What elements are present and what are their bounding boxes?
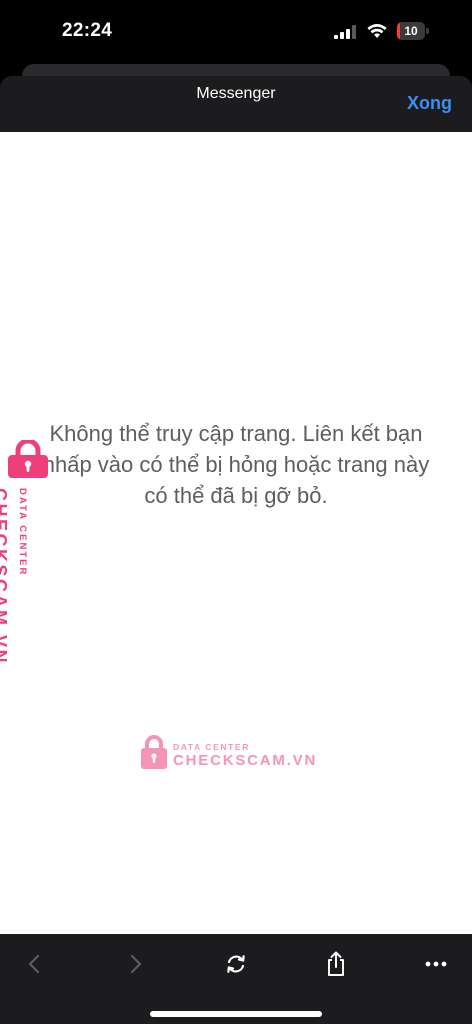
lock-icon [8,440,48,478]
chevron-left-icon [28,954,40,974]
status-bar: 22:24 10 [0,0,472,66]
battery-icon: 10 [397,22,429,40]
watermark-subtitle: DATA CENTER [17,488,28,577]
watermark-brand: CHECKSCAM.VN [173,752,318,769]
forward-button[interactable] [116,944,156,984]
browser-toolbar [0,934,472,1024]
more-icon [425,961,447,967]
reload-button[interactable] [216,944,256,984]
lock-icon [141,735,167,769]
share-button[interactable] [316,944,356,984]
done-button[interactable]: Xong [407,93,452,114]
cellular-signal-icon [334,25,356,39]
page-title: Messenger [196,85,276,102]
refresh-icon [227,955,245,973]
more-button[interactable] [416,944,456,984]
watermark-center: DATA CENTER CHECKSCAM.VN [140,732,315,772]
watermark-left: DATA CENTER CHECKSCAM.VN [0,440,50,665]
browser-header: Messenger Xong [0,76,472,132]
share-icon [328,951,344,976]
back-button[interactable] [14,944,54,984]
home-indicator[interactable] [150,1011,322,1017]
web-content: Không thể truy cập trang. Liên kết bạn n… [0,132,472,934]
battery-level: 10 [404,24,418,38]
wifi-icon [367,24,387,38]
error-message: Không thể truy cập trang. Liên kết bạn n… [42,421,430,508]
watermark-brand: CHECKSCAM.VN [0,488,10,666]
chevron-right-icon [130,954,142,974]
watermark-subtitle: DATA CENTER [173,742,250,752]
status-time: 22:24 [62,20,113,41]
